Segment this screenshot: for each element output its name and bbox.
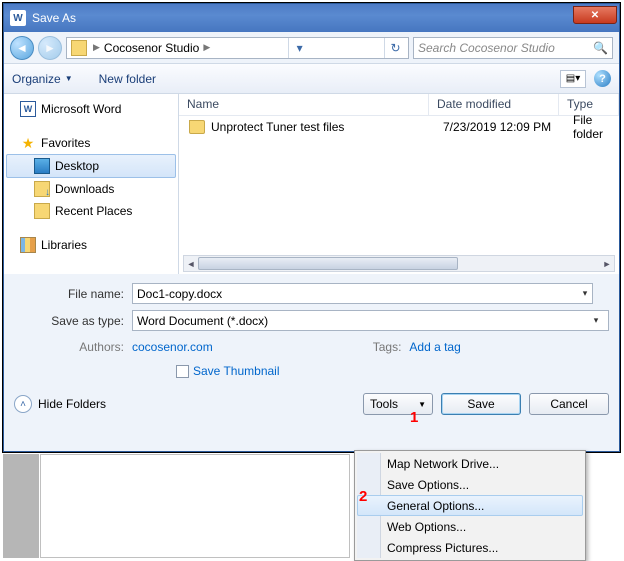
sidebar-item-word[interactable]: W Microsoft Word [6, 98, 176, 120]
tags-value[interactable]: Add a tag [409, 340, 460, 354]
thumbnail-label[interactable]: Save Thumbnail [193, 364, 280, 378]
folder-icon [189, 120, 205, 134]
sidebar-item-libraries[interactable]: Libraries [6, 234, 176, 256]
file-row[interactable]: Unprotect Tuner test files 7/23/2019 12:… [179, 116, 619, 138]
authors-label: Authors: [4, 340, 132, 354]
authors-value[interactable]: cocosenor.com [132, 340, 213, 354]
breadcrumb-sep-icon: ▶ [89, 42, 104, 53]
hide-folders-button[interactable]: ˄ Hide Folders [14, 395, 106, 413]
file-date: 7/23/2019 12:09 PM [443, 120, 573, 134]
filename-input[interactable] [132, 283, 593, 304]
view-options-button[interactable]: ▤▾ [560, 70, 586, 88]
column-headers: Name Date modified Type [179, 94, 619, 116]
new-folder-button[interactable]: New folder [99, 72, 156, 86]
scrollbar-thumb[interactable] [198, 257, 458, 270]
breadcrumb-current[interactable]: Cocosenor Studio [104, 41, 199, 55]
sidebar-item-recent[interactable]: Recent Places [6, 200, 176, 222]
background-document [40, 454, 350, 558]
tags-label: Tags: [373, 340, 410, 354]
forward-button[interactable]: ► [38, 36, 62, 60]
star-icon: ★ [20, 135, 36, 151]
title-bar[interactable]: W Save As ✕ [4, 4, 619, 32]
help-button[interactable]: ? [594, 70, 611, 87]
window-title: Save As [32, 11, 76, 25]
column-name[interactable]: Name [179, 94, 429, 115]
search-input[interactable]: Search Cocosenor Studio 🔍 [413, 37, 613, 59]
desktop-icon [34, 158, 50, 174]
back-button[interactable]: ◄ [10, 36, 34, 60]
filename-label: File name: [4, 287, 132, 301]
column-date[interactable]: Date modified [429, 94, 559, 115]
navigation-sidebar: W Microsoft Word ★ Favorites Desktop Dow… [4, 94, 179, 274]
sidebar-item-desktop[interactable]: Desktop [6, 154, 176, 178]
savetype-label: Save as type: [4, 314, 132, 328]
filename-dropdown[interactable]: ▾ [577, 288, 593, 299]
chevron-up-icon: ˄ [14, 395, 32, 413]
form-area: File name: ▾ Save as type: Word Document… [4, 274, 619, 424]
menu-save-options[interactable]: Save Options... [357, 474, 583, 495]
scroll-left-icon[interactable]: ◄ [184, 256, 198, 271]
cancel-button[interactable]: Cancel [529, 393, 609, 415]
chevron-down-icon: ▾ [588, 315, 604, 326]
save-button[interactable]: Save [441, 393, 521, 415]
libraries-icon [20, 237, 36, 253]
tools-button[interactable]: Tools ▼ [363, 393, 433, 415]
downloads-icon [34, 181, 50, 197]
address-dropdown[interactable]: ▾ [288, 38, 310, 58]
scroll-right-icon[interactable]: ► [600, 256, 614, 271]
breadcrumb-sep-icon: ▶ [199, 42, 214, 53]
command-bar: Organize ▼ New folder ▤▾ ? [4, 64, 619, 94]
word-icon: W [20, 101, 36, 117]
menu-general-options[interactable]: General Options... [357, 495, 583, 516]
tools-dropdown-menu: Map Network Drive... Save Options... Gen… [354, 450, 586, 561]
sidebar-item-favorites[interactable]: ★ Favorites [6, 132, 176, 154]
recent-icon [34, 203, 50, 219]
search-icon: 🔍 [593, 41, 608, 55]
thumbnail-checkbox[interactable] [176, 365, 189, 378]
sidebar-item-downloads[interactable]: Downloads [6, 178, 176, 200]
word-app-icon: W [10, 10, 26, 26]
menu-web-options[interactable]: Web Options... [357, 516, 583, 537]
navigation-bar: ◄ ► ▶ Cocosenor Studio ▶ ▾ ↻ Search Coco… [4, 32, 619, 64]
menu-map-network-drive[interactable]: Map Network Drive... [357, 453, 583, 474]
folder-icon [71, 40, 87, 56]
file-list: Name Date modified Type Unprotect Tuner … [179, 94, 619, 274]
savetype-combo[interactable]: Word Document (*.docx) ▾ [132, 310, 609, 331]
chevron-down-icon: ▼ [418, 400, 426, 409]
column-type[interactable]: Type [559, 94, 619, 115]
refresh-button[interactable]: ↻ [384, 38, 406, 58]
save-as-dialog: W Save As ✕ ◄ ► ▶ Cocosenor Studio ▶ ▾ ↻… [3, 3, 620, 452]
search-placeholder: Search Cocosenor Studio [418, 41, 555, 55]
horizontal-scrollbar[interactable]: ◄ ► [183, 255, 615, 272]
address-bar[interactable]: ▶ Cocosenor Studio ▶ ▾ ↻ [66, 37, 409, 59]
file-type: File folder [573, 113, 619, 141]
close-button[interactable]: ✕ [573, 6, 617, 24]
dialog-footer: ˄ Hide Folders Tools ▼ Save Cancel [4, 384, 619, 424]
menu-compress-pictures[interactable]: Compress Pictures... [357, 537, 583, 558]
organize-menu[interactable]: Organize ▼ [12, 72, 73, 86]
background-shadow [3, 454, 39, 558]
file-name: Unprotect Tuner test files [211, 120, 443, 134]
chevron-down-icon: ▼ [65, 74, 73, 83]
